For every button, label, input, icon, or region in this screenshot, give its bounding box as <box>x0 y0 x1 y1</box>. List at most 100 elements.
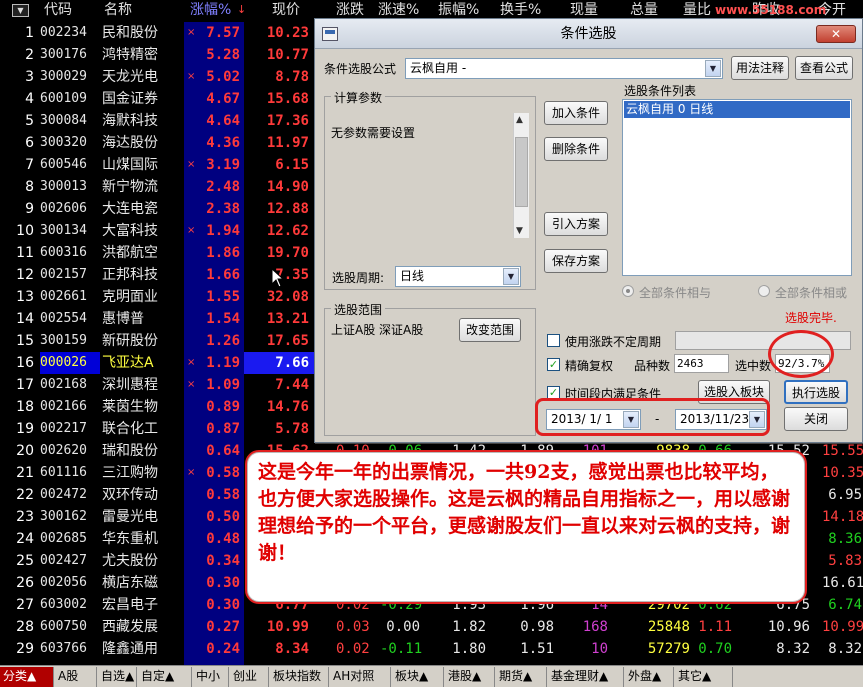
price: 7.66 <box>275 355 309 371</box>
stock-code: 300159 <box>40 333 87 348</box>
stock-name: 大连电瓷 <box>102 201 158 217</box>
price: 12.62 <box>266 223 309 239</box>
stock-code: 002606 <box>40 201 87 216</box>
dialog-titlebar[interactable]: 条件选股 ✕ <box>315 19 862 49</box>
stock-code: 002056 <box>40 575 87 590</box>
col-change-pct[interactable]: 涨幅% <box>190 0 231 22</box>
change-percent: 0.64 <box>206 443 240 459</box>
price: 6.15 <box>275 157 309 173</box>
radio-all-and[interactable] <box>622 285 634 297</box>
radio-all-or[interactable] <box>758 285 770 297</box>
table-row[interactable]: 29 603766 隆鑫通用 0.24 8.34 0.02 -0.11 1.80 1.51 10 5… <box>0 638 863 660</box>
close-icon[interactable]: ✕ <box>816 25 856 43</box>
change-percent: 1.55 <box>206 289 240 305</box>
change-percent: 1.19 <box>206 355 240 371</box>
stock-code: 300176 <box>40 47 87 62</box>
market-tab[interactable]: 中小 <box>193 667 229 687</box>
stock-code: 300162 <box>40 509 87 524</box>
change-percent: 0.58 <box>206 465 240 481</box>
scroll-down-icon[interactable]: ▼ <box>516 226 523 236</box>
change-percent: 1.26 <box>206 333 240 349</box>
change-percent: 0.50 <box>206 509 240 525</box>
market-tab[interactable]: 板块指数 <box>270 667 329 687</box>
market-tab[interactable]: 板块▲ <box>392 667 444 687</box>
checkbox-uncertain-period[interactable] <box>547 334 560 347</box>
scroll-thumb[interactable] <box>515 137 528 207</box>
col-code[interactable]: 代码 <box>44 0 72 22</box>
market-tab[interactable]: 其它▲ <box>675 667 733 687</box>
stock-name: 宏昌电子 <box>102 597 158 613</box>
change-percent: 1.86 <box>206 245 240 261</box>
stock-name: 飞亚达A <box>102 355 154 371</box>
chevron-down-icon[interactable]: ▼ <box>503 268 519 285</box>
execute-button[interactable]: 执行选股 <box>784 380 848 404</box>
change-percent: 7.57 <box>206 25 240 41</box>
sort-dropdown-icon[interactable]: ▼ <box>12 4 29 17</box>
formula-select[interactable]: 云枫自用 - ▼ <box>405 58 723 79</box>
change-percent: 0.87 <box>206 421 240 437</box>
row-index: 1 <box>25 25 34 41</box>
market-tab[interactable]: 分类▲ <box>0 667 54 687</box>
change-percent: 0.27 <box>206 619 240 635</box>
stock-code: 300013 <box>40 179 87 194</box>
row-value: 25848 <box>647 619 690 635</box>
view-formula-button[interactable]: 查看公式 <box>795 56 853 80</box>
market-tab-bar: 分类▲ A股 自选▲ 自定▲ 中小 创业 板块指数 AH对照 板块▲ 港股▲ 期货▲ 基金理财▲ 外盘▲… <box>0 665 863 687</box>
row-index: 12 <box>16 267 34 283</box>
change-scope-button[interactable]: 改变范围 <box>459 318 521 342</box>
condition-list-title: 选股条件列表 <box>624 84 697 98</box>
chevron-down-icon[interactable]: ▼ <box>705 60 721 77</box>
scroll-up-icon[interactable]: ▲ <box>516 115 523 125</box>
change-percent: 1.94 <box>206 223 240 239</box>
change-percent: 0.34 <box>206 553 240 569</box>
market-tab[interactable]: 自选▲ <box>98 667 137 687</box>
import-scheme-button[interactable]: 引入方案 <box>544 212 608 236</box>
stock-code: 600750 <box>40 619 87 634</box>
change-percent: 0.30 <box>206 575 240 591</box>
delete-condition-button[interactable]: 删除条件 <box>544 137 608 161</box>
market-tab[interactable]: 港股▲ <box>445 667 495 687</box>
price: 14.76 <box>266 399 309 415</box>
params-scrollbar[interactable]: ▲ ▼ <box>513 113 529 238</box>
stock-name: 洪都航空 <box>102 245 158 261</box>
change-percent: 5.02 <box>206 69 240 85</box>
formula-label: 条件选股公式 <box>324 62 397 76</box>
price: 14.90 <box>266 179 309 195</box>
col-price[interactable]: 现价 <box>272 0 300 22</box>
add-condition-button[interactable]: 加入条件 <box>544 101 608 125</box>
price: 19.70 <box>266 245 309 261</box>
condition-list-item[interactable]: 云枫自用 0 日线 <box>624 101 850 118</box>
change-percent: 4.36 <box>206 135 240 151</box>
usage-notes-button[interactable]: 用法注释 <box>731 56 789 80</box>
row-value: 15.55 <box>822 443 863 459</box>
row-index: 4 <box>25 91 34 107</box>
price: 10.77 <box>266 47 309 63</box>
market-tab[interactable]: 期货▲ <box>496 667 547 687</box>
scope-group: 选股范围 上证A股 深证A股 改变范围 <box>324 301 536 436</box>
market-tab[interactable]: AH对照 <box>330 667 391 687</box>
row-value: 1.51 <box>520 641 554 657</box>
market-tab[interactable]: 基金理财▲ <box>548 667 624 687</box>
stock-code: 603002 <box>40 597 87 612</box>
market-tab[interactable]: 自定▲ <box>138 667 192 687</box>
table-row[interactable]: 28 600750 西藏发展 0.27 10.99 0.03 0.00 1.82 0.98 168… <box>0 616 863 638</box>
col-name[interactable]: 名称 <box>104 0 132 22</box>
change-percent: 4.64 <box>206 113 240 129</box>
row-value: 0.02 <box>336 641 370 657</box>
row-value: 0.70 <box>698 641 732 657</box>
save-scheme-button[interactable]: 保存方案 <box>544 249 608 273</box>
market-tab[interactable]: 外盘▲ <box>625 667 674 687</box>
change-percent: 0.24 <box>206 641 240 657</box>
checkbox-precise-fq[interactable]: ✓ <box>547 358 560 371</box>
row-index: 10 <box>16 223 34 239</box>
period-select[interactable]: 日线 ▼ <box>395 266 521 287</box>
market-tab[interactable]: 创业 <box>230 667 269 687</box>
radio-all-and-label: 全部条件相与 <box>639 286 712 300</box>
stock-code: 002554 <box>40 311 87 326</box>
mouse-cursor-icon <box>271 268 285 288</box>
radio-all-or-label: 全部条件相或 <box>775 286 848 300</box>
condition-list[interactable]: 云枫自用 0 日线 <box>622 99 852 276</box>
market-tab[interactable]: A股 <box>55 667 97 687</box>
close-button[interactable]: 关闭 <box>784 407 848 431</box>
period-label: 选股周期: <box>332 271 385 285</box>
